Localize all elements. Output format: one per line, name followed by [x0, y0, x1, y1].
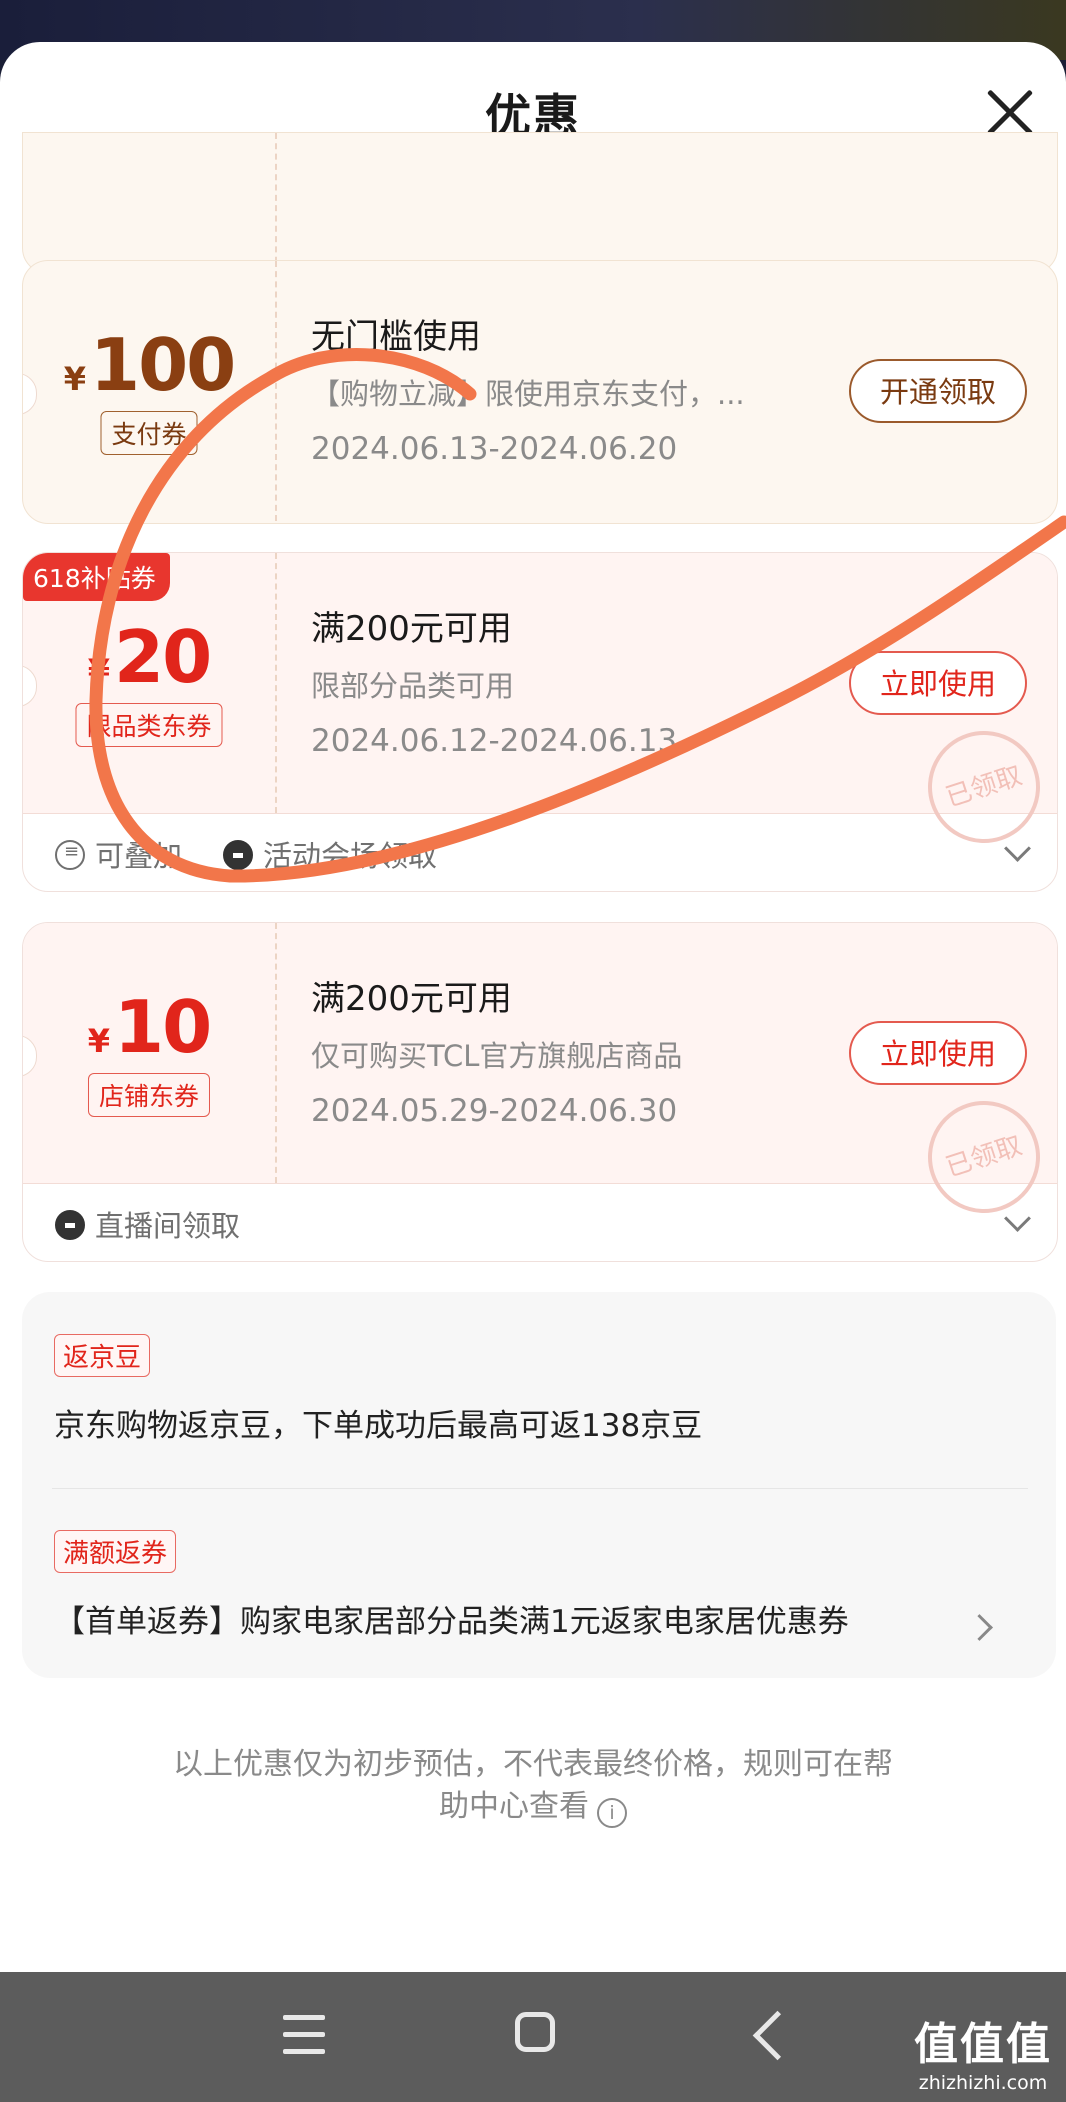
chevron-down-icon[interactable] [1004, 835, 1031, 862]
watermark-url: zhizhizhi.com [918, 2072, 1048, 2094]
coupon-desc: 仅可购买TCL官方旗舰店商品 [311, 1039, 683, 1073]
amount-value: 10 [114, 985, 212, 1069]
close-icon[interactable] [985, 87, 1035, 137]
coupon-card-partial [22, 132, 1058, 274]
rebate-text: 京东购物返京豆，下单成功后最高可返138京豆 [54, 1408, 703, 1444]
coupon-divider [275, 923, 277, 1183]
coupon-divider [275, 261, 277, 521]
back-icon[interactable] [752, 2010, 803, 2061]
currency-symbol: ¥ [63, 360, 86, 398]
discount-sheet: 优惠 ¥100 支付券 无门槛使用 【购物立减】限使用京东支付，... 2024… [0, 42, 1066, 1972]
stack-icon [55, 840, 85, 870]
source-label: 直播间领取 [95, 1209, 241, 1243]
watermark-logo: 值值值 [914, 2019, 1052, 2070]
disclaimer-line: 以上优惠仅为初步预估，不代表最终价格，规则可在帮 [173, 1747, 893, 1782]
currency-symbol: ¥ [87, 1022, 111, 1060]
amount-value: 20 [114, 615, 212, 699]
source-info: 直播间领取 [55, 1203, 240, 1245]
coupon-card: ¥100 支付券 无门槛使用 【购物立减】限使用京东支付，... 2024.06… [22, 260, 1058, 524]
coupon-title: 满200元可用 [311, 609, 512, 649]
rebate-tag: 满额返券 [54, 1530, 177, 1573]
coupon-body: ¥20 限品类东券 满200元可用 限部分品类可用 2024.06.12-202… [23, 553, 1057, 858]
coupon-amount: ¥100 [23, 323, 275, 407]
coupon-type-tag: 限品类东券 [75, 703, 223, 747]
coupon-divider [275, 553, 277, 813]
coupon-footer[interactable]: 可叠加 活动会场领取 [23, 813, 1057, 889]
ticket-icon [55, 1210, 85, 1240]
use-now-button[interactable]: 立即使用 [849, 651, 1027, 715]
watermark: 值值值 zhizhizhi.com [900, 2008, 1066, 2094]
rebate-link-text[interactable]: 【首单返券】购家电家居部分品类满1元返家电家居优惠券 [54, 1596, 849, 1641]
home-icon[interactable] [515, 2012, 555, 2052]
coupon-title: 无门槛使用 [311, 317, 481, 357]
coupon-desc: 限部分品类可用 [311, 669, 515, 703]
chevron-right-icon[interactable] [966, 1614, 993, 1641]
coupon-card: ¥20 限品类东券 满200元可用 限部分品类可用 2024.06.12-202… [22, 552, 1058, 892]
chevron-down-icon[interactable] [1004, 1205, 1031, 1232]
coupon-title: 满200元可用 [311, 979, 512, 1019]
stackable-label: 可叠加 [95, 839, 183, 873]
coupon-footer[interactable]: 直播间领取 [23, 1183, 1057, 1259]
rebate-tag: 返京豆 [54, 1334, 151, 1377]
source-label: 活动会场领取 [263, 839, 438, 873]
use-now-button[interactable]: 立即使用 [849, 1021, 1027, 1085]
amount-value: 100 [89, 323, 236, 407]
info-icon[interactable]: i [597, 1798, 627, 1828]
ticket-icon [223, 840, 253, 870]
coupon-type-tag: 店铺东券 [87, 1073, 211, 1117]
disclaimer-line: 助中心查看 [439, 1789, 589, 1824]
coupon-card: ¥10 店铺东券 满200元可用 仅可购买TCL官方旗舰店商品 2024.05.… [22, 922, 1058, 1262]
source-info: 活动会场领取 [223, 833, 437, 875]
coupon-date: 2024.06.13-2024.06.20 [311, 431, 678, 467]
coupon-body: ¥10 店铺东券 满200元可用 仅可购买TCL官方旗舰店商品 2024.05.… [23, 923, 1057, 1228]
coupon-amount: ¥20 [23, 615, 275, 699]
coupon-date: 2024.05.29-2024.06.30 [311, 1093, 678, 1129]
rebate-separator [52, 1488, 1028, 1489]
coupon-amount: ¥10 [23, 985, 275, 1069]
stackable-info: 可叠加 [55, 833, 182, 875]
currency-symbol: ¥ [87, 652, 111, 690]
disclaimer-notice: 以上优惠仅为初步预估，不代表最终价格，规则可在帮 助中心查看 i [100, 1744, 966, 1828]
recent-apps-icon[interactable] [283, 2015, 325, 2055]
coupon-type-tag: 支付券 [100, 411, 198, 455]
activate-claim-button[interactable]: 开通领取 [849, 359, 1027, 423]
coupon-date: 2024.06.12-2024.06.13 [311, 723, 678, 759]
coupon-divider [275, 133, 277, 273]
promo-ribbon: 618补贴券 [23, 553, 170, 601]
rebate-section: 返京豆 京东购物返京豆，下单成功后最高可返138京豆 满额返券 【首单返券】购家… [22, 1292, 1056, 1678]
coupon-desc: 【购物立减】限使用京东支付，... [311, 377, 745, 411]
